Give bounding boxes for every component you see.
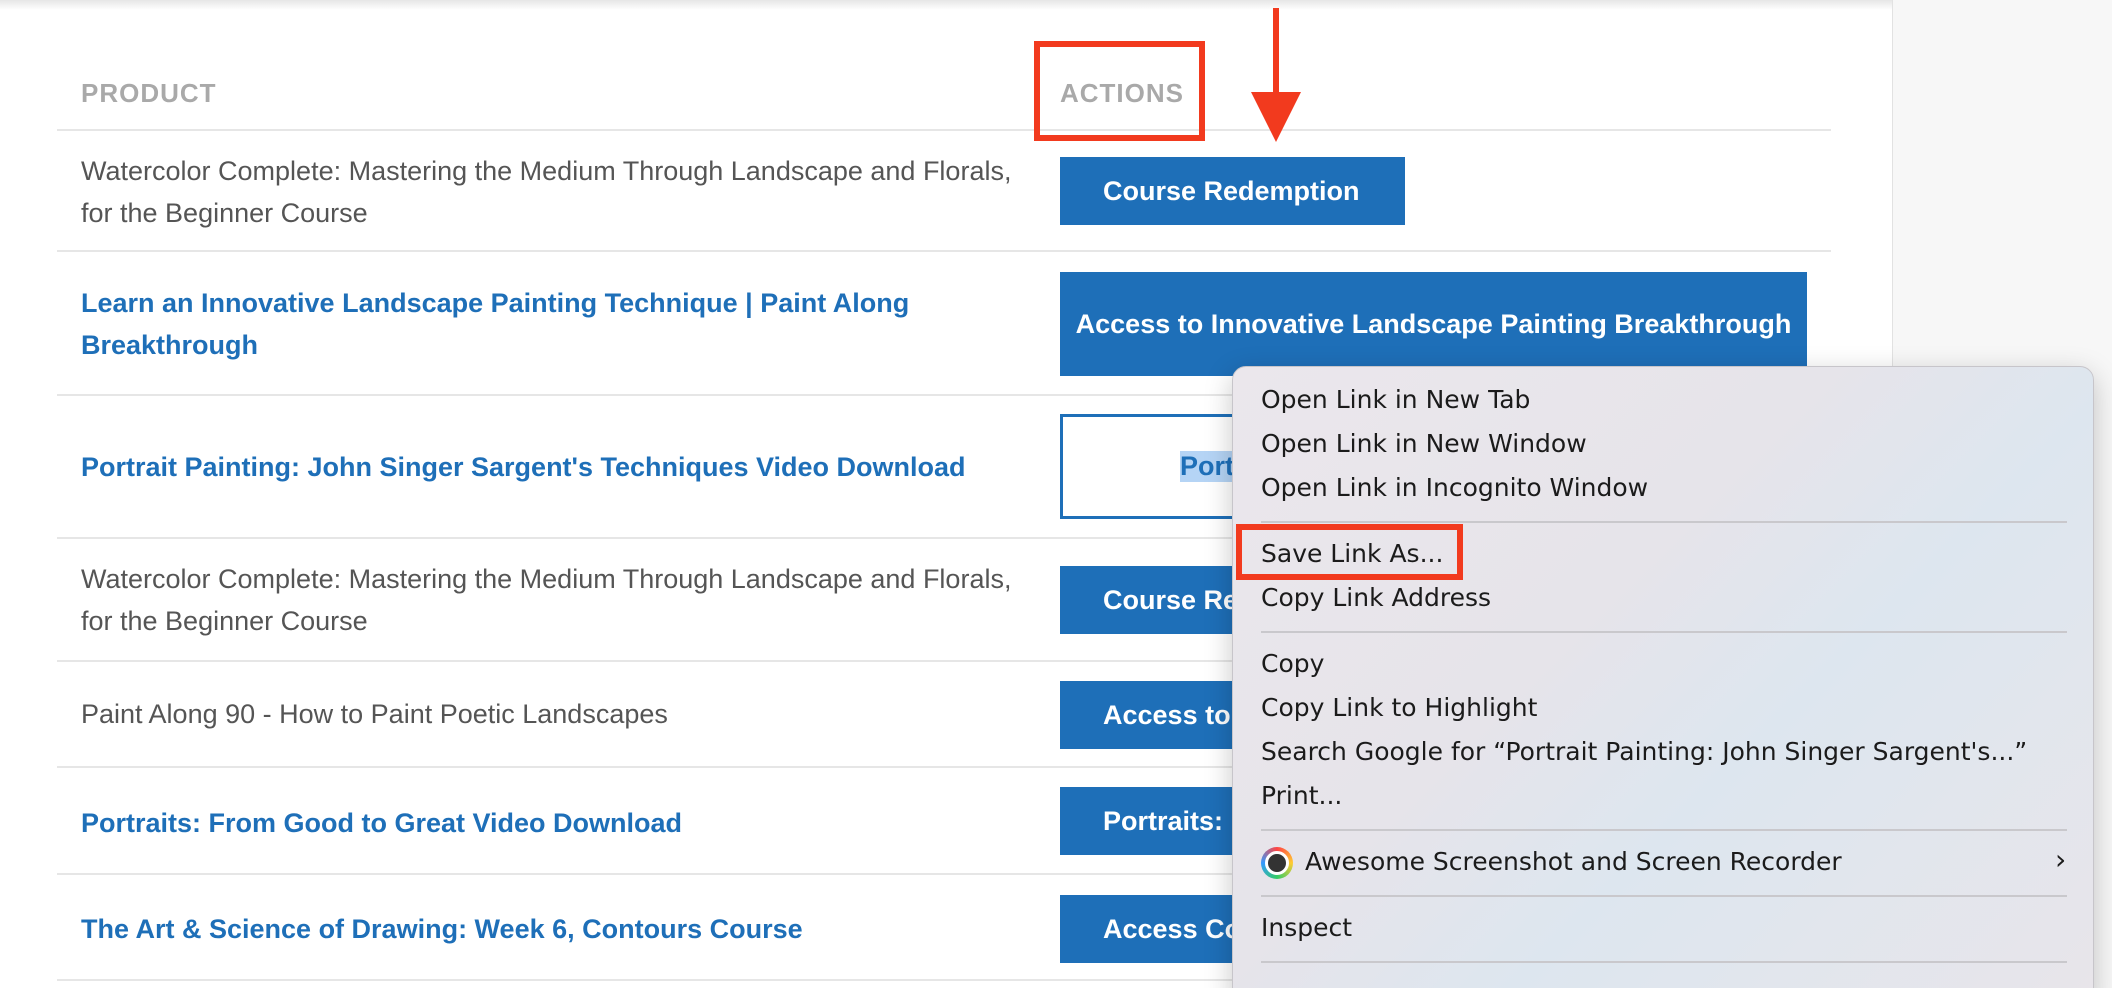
menu-open-new-window[interactable]: Open Link in New Window: [1261, 429, 1587, 458]
menu-separator: [1261, 521, 2067, 523]
table-header: PRODUCT ACTIONS: [57, 45, 1831, 131]
menu-separator: [1261, 895, 2067, 897]
product-name: Watercolor Complete: Mastering the Mediu…: [81, 156, 1012, 228]
annotation-arrow-shaft: [1273, 8, 1279, 94]
selected-button-text: Port: [1180, 451, 1234, 482]
product-link[interactable]: Portrait Painting: John Singer Sargent's…: [81, 446, 1041, 488]
menu-separator: [1261, 961, 2067, 963]
table-row: Watercolor Complete: Mastering the Mediu…: [57, 131, 1831, 252]
menu-open-new-tab[interactable]: Open Link in New Tab: [1261, 385, 1530, 414]
product-name: Watercolor Complete: Mastering the Mediu…: [81, 564, 1012, 636]
menu-copy[interactable]: Copy: [1261, 649, 1324, 678]
access-button[interactable]: Access to Innovative Landscape Painting …: [1060, 272, 1807, 376]
actions-annotation-box: [1034, 41, 1205, 141]
top-shadow: [0, 0, 1892, 10]
menu-copy-link-address[interactable]: Copy Link Address: [1261, 583, 1491, 612]
chevron-right-icon: ›: [2055, 843, 2067, 876]
awesome-screenshot-icon: [1261, 847, 1293, 879]
product-link[interactable]: Learn an Innovative Landscape Painting T…: [81, 282, 1041, 366]
course-redemption-button[interactable]: Course Redemption: [1060, 157, 1405, 225]
annotation-arrow-head-icon: [1251, 92, 1301, 142]
save-link-annotation-box: [1236, 524, 1463, 580]
product-link[interactable]: Portraits: From Good to Great Video Down…: [81, 802, 1041, 844]
menu-awesome-screenshot[interactable]: Awesome Screenshot and Screen Recorder: [1305, 847, 1842, 876]
menu-separator: [1261, 829, 2067, 831]
context-menu: Open Link in New Tab Open Link in New Wi…: [1232, 366, 2094, 988]
menu-copy-link-to-highlight[interactable]: Copy Link to Highlight: [1261, 693, 1537, 722]
menu-print[interactable]: Print...: [1261, 781, 1342, 810]
menu-inspect[interactable]: Inspect: [1261, 913, 1352, 942]
menu-search-google[interactable]: Search Google for “Portrait Painting: Jo…: [1261, 737, 2027, 766]
menu-separator: [1261, 631, 2067, 633]
product-link[interactable]: The Art & Science of Drawing: Week 6, Co…: [81, 908, 1041, 950]
menu-open-incognito[interactable]: Open Link in Incognito Window: [1261, 473, 1648, 502]
header-product: PRODUCT: [81, 78, 217, 108]
product-name: Paint Along 90 - How to Paint Poetic Lan…: [81, 699, 668, 729]
